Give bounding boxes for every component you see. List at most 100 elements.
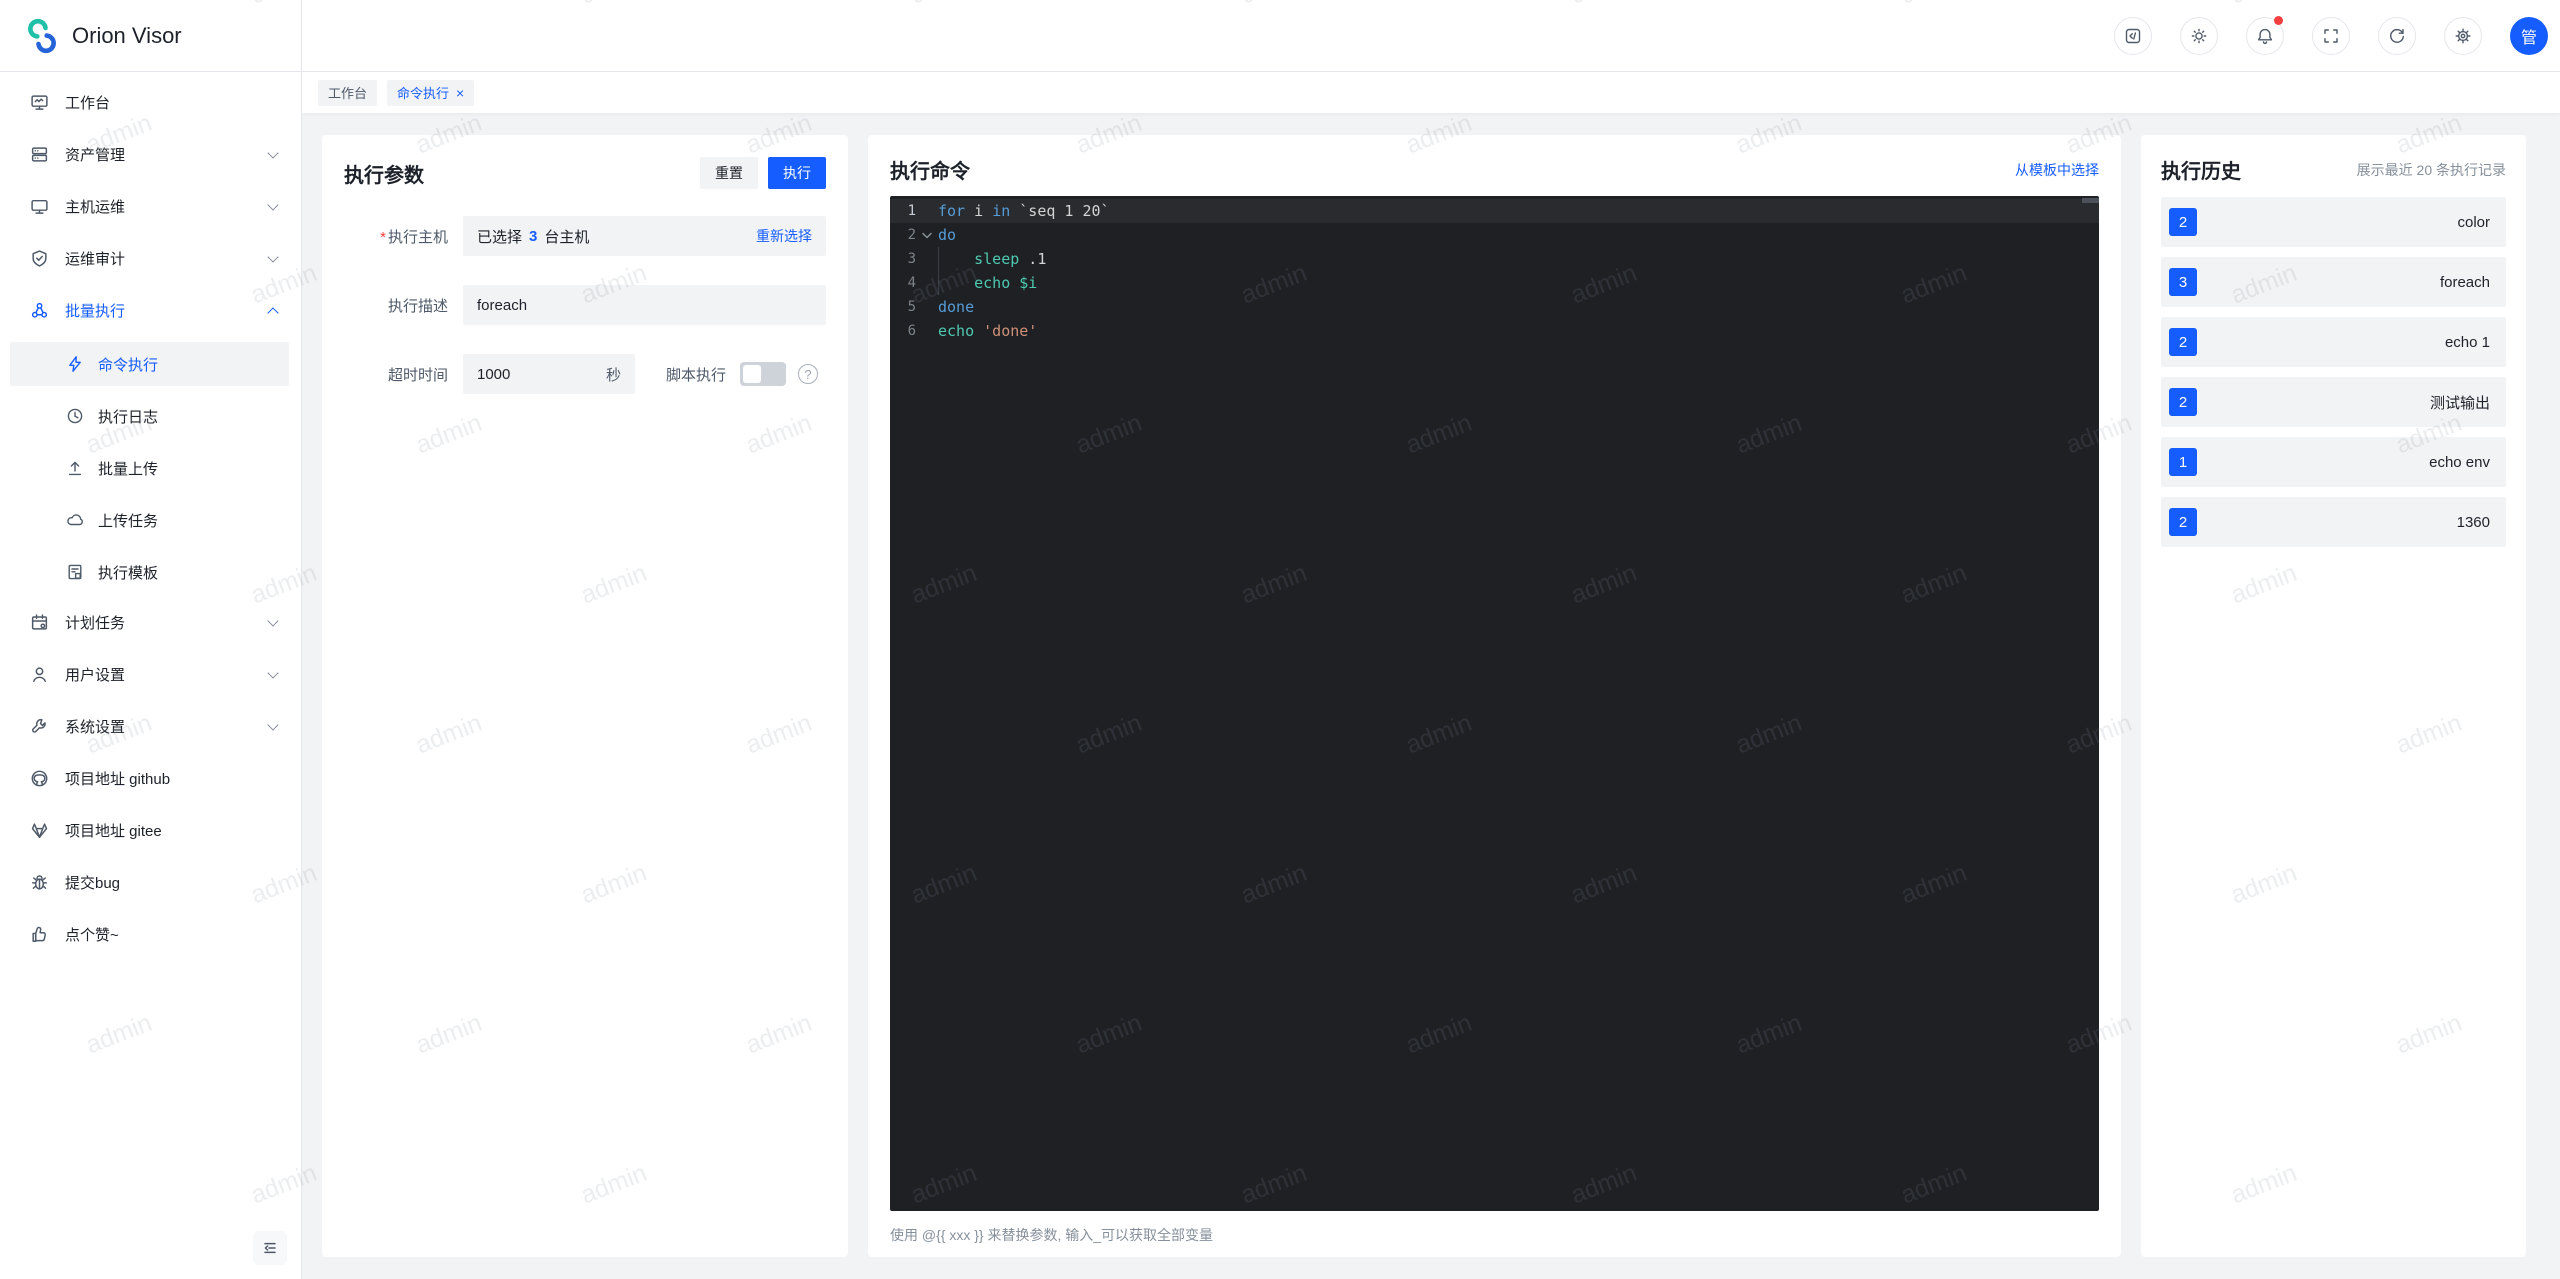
sidebar-item-label: 执行模板 (98, 562, 158, 583)
code-text: echo 'done' (938, 319, 2099, 343)
sidebar-item-like[interactable]: 点个赞~ (0, 914, 301, 954)
fold-spacer (916, 199, 938, 223)
history-item[interactable]: 3foreach (2161, 257, 2506, 307)
history-item-name: foreach (2440, 274, 2490, 291)
sidebar-item-batch-upload[interactable]: 批量上传 (10, 446, 289, 490)
sidebar-item-exec-template[interactable]: 执行模板 (10, 550, 289, 594)
fold-chevron-icon[interactable] (916, 223, 938, 247)
reselect-hosts-link[interactable]: 重新选择 (756, 226, 812, 246)
tab-label: 工作台 (328, 83, 367, 102)
timeout-row: 超时时间 1000 秒 脚本执行 ? (344, 354, 826, 394)
user-avatar[interactable]: 管 (2510, 17, 2548, 55)
host-ops-icon (30, 197, 49, 216)
sidebar-item-host-ops[interactable]: 主机运维 (0, 186, 301, 226)
chevron-down-icon (267, 148, 279, 160)
history-count-badge: 2 (2169, 508, 2197, 536)
wrench-icon (30, 717, 49, 736)
sidebar-item-assets[interactable]: 资产管理 (0, 134, 301, 174)
settings-button[interactable] (2444, 17, 2482, 55)
tab-workbench[interactable]: 工作台 (318, 80, 377, 106)
code-line[interactable]: 3 sleep .1 (890, 247, 2099, 271)
line-number: 4 (890, 271, 916, 295)
exec-params-panel: 执行参数 重置 执行 *执行主机 已选择 3 台主机 重新选择 (322, 135, 848, 1257)
tab-command-exec[interactable]: 命令执行 × (387, 80, 474, 106)
exec-history-subtitle: 展示最近 20 条执行记录 (2357, 160, 2506, 180)
timeout-unit: 秒 (606, 364, 621, 385)
history-list: 2color3foreach2echo 12测试输出1echo env21360 (2161, 197, 2506, 547)
sidebar-item-label: 点个赞~ (65, 924, 119, 945)
history-item-name: 测试输出 (2430, 392, 2490, 413)
sidebar-item-command-exec[interactable]: 命令执行 (10, 342, 289, 386)
code-button[interactable] (2114, 17, 2152, 55)
code-line[interactable]: 1 for i in `seq 1 20` (890, 199, 2099, 223)
code-line[interactable]: 5done (890, 295, 2099, 319)
sidebar-item-label: 命令执行 (98, 354, 158, 375)
execute-button[interactable]: 执行 (768, 157, 826, 189)
history-item[interactable]: 2 color (2161, 197, 2506, 247)
bug-icon (30, 873, 49, 892)
history-item[interactable]: 1echo env (2161, 437, 2506, 487)
sidebar-item-user-settings[interactable]: 用户设置 (0, 654, 301, 694)
sidebar-item-exec-log[interactable]: 执行日志 (10, 394, 289, 438)
code-line[interactable]: 4 echo $i (890, 271, 2099, 295)
sidebar-item-report-bug[interactable]: 提交bug (0, 862, 301, 902)
notifications-button[interactable] (2246, 17, 2284, 55)
code-line[interactable]: 6echo 'done' (890, 319, 2099, 343)
editor-hint: 使用 @{{ xxx }} 来替换参数, 输入_可以获取全部变量 (890, 1225, 2099, 1245)
sidebar-item-github-link[interactable]: 项目地址 github (0, 758, 301, 798)
tab-close-icon[interactable]: × (456, 86, 464, 100)
exec-params-form: *执行主机 已选择 3 台主机 重新选择 执行描述 foreach (344, 216, 826, 394)
script-exec-toggle[interactable] (740, 362, 786, 386)
select-from-template-link[interactable]: 从模板中选择 (2015, 160, 2099, 180)
sidebar-item-label: 系统设置 (65, 716, 125, 737)
header-actions: 管 (2114, 17, 2560, 55)
sidebar-item-workbench[interactable]: 工作台 (0, 82, 301, 122)
code-line[interactable]: 2do (890, 223, 2099, 247)
reset-button[interactable]: 重置 (700, 157, 758, 189)
theme-toggle-button[interactable] (2180, 17, 2218, 55)
history-count-badge: 1 (2169, 448, 2197, 476)
sidebar-item-label: 项目地址 github (65, 768, 170, 789)
sidebar-item-gitee-link[interactable]: 项目地址 gitee (0, 810, 301, 850)
tab-bar: 工作台 命令执行 × (302, 72, 2560, 113)
main-area: 工作台 命令执行 × 执行参数 重置 执行 *执行主机 (302, 72, 2560, 1279)
notification-dot (2274, 16, 2283, 25)
timeout-input[interactable]: 1000 秒 (463, 354, 635, 394)
fullscreen-icon (2322, 27, 2340, 45)
line-number: 5 (890, 295, 916, 319)
sidebar-collapse-button[interactable] (253, 1231, 287, 1265)
history-count-badge: 2 (2169, 328, 2197, 356)
history-item[interactable]: 2echo 1 (2161, 317, 2506, 367)
sidebar-item-label: 项目地址 gitee (65, 820, 162, 841)
history-count-badge: 2 (2169, 388, 2197, 416)
history-item-name: color (2457, 214, 2490, 231)
sidebar-item-ops-audit[interactable]: 运维审计 (0, 238, 301, 278)
refresh-button[interactable] (2378, 17, 2416, 55)
sidebar-item-label: 计划任务 (65, 612, 125, 633)
github-icon (30, 769, 49, 788)
fullscreen-button[interactable] (2312, 17, 2350, 55)
history-item[interactable]: 2 测试输出 (2161, 377, 2506, 427)
sidebar-item-scheduled-tasks[interactable]: 计划任务 (0, 602, 301, 642)
host-selector-field[interactable]: 已选择 3 台主机 重新选择 (463, 216, 826, 256)
sidebar-item-upload-task[interactable]: 上传任务 (10, 498, 289, 542)
theme-sun-icon (2190, 27, 2208, 45)
host-label: *执行主机 (344, 226, 448, 247)
sidebar-item-system-settings[interactable]: 系统设置 (0, 706, 301, 746)
workbench-icon (30, 93, 49, 112)
code-editor[interactable]: 1 for i in `seq 1 20`2do3 sleep .14 echo … (890, 196, 2099, 1211)
description-input[interactable]: foreach (463, 285, 826, 325)
history-count-badge: 2 (2169, 208, 2197, 236)
logo-area: Orion Visor (0, 0, 302, 71)
host-row: *执行主机 已选择 3 台主机 重新选择 (344, 216, 826, 256)
host-selected-suffix: 台主机 (544, 226, 589, 247)
code-text: for i in `seq 1 20` (938, 199, 2099, 223)
history-item[interactable]: 21360 (2161, 497, 2506, 547)
editor-scrollbar-thumb[interactable] (2082, 198, 2099, 203)
sidebar-item-batch-exec[interactable]: 批量执行 (0, 290, 301, 330)
line-number: 1 (890, 199, 916, 223)
content-area: 执行参数 重置 执行 *执行主机 已选择 3 台主机 重新选择 (302, 113, 2560, 1279)
sidebar-item-label: 批量执行 (65, 300, 125, 321)
toggle-knob (743, 365, 761, 383)
sidebar: 工作台 资产管理 主机运维 运维审计 批量执行 (0, 72, 302, 1279)
